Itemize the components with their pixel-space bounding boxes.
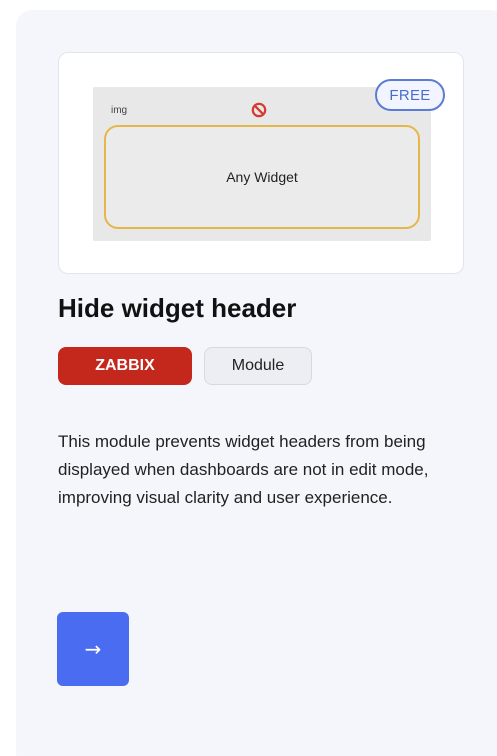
free-badge: FREE: [375, 79, 445, 111]
page: img Any Widget FREE Hide widget header Z…: [0, 0, 497, 756]
mock-img-label: img: [111, 105, 128, 116]
arrow-right-icon: →: [84, 637, 102, 661]
preview-image: img Any Widget FREE: [58, 52, 464, 274]
mock-widget: img Any Widget: [93, 87, 431, 241]
module-card: img Any Widget FREE Hide widget header Z…: [16, 10, 497, 756]
card-title: Hide widget header: [58, 293, 297, 323]
open-module-button[interactable]: →: [57, 612, 129, 686]
tag-zabbix: ZABBIX: [58, 347, 192, 385]
tag-module: Module: [204, 347, 312, 385]
mock-widget-body: Any Widget: [104, 125, 420, 229]
card-description: This module prevents widget headers from…: [58, 432, 429, 507]
ban-icon: [251, 102, 267, 118]
tag-list: ZABBIX Module: [58, 347, 312, 385]
